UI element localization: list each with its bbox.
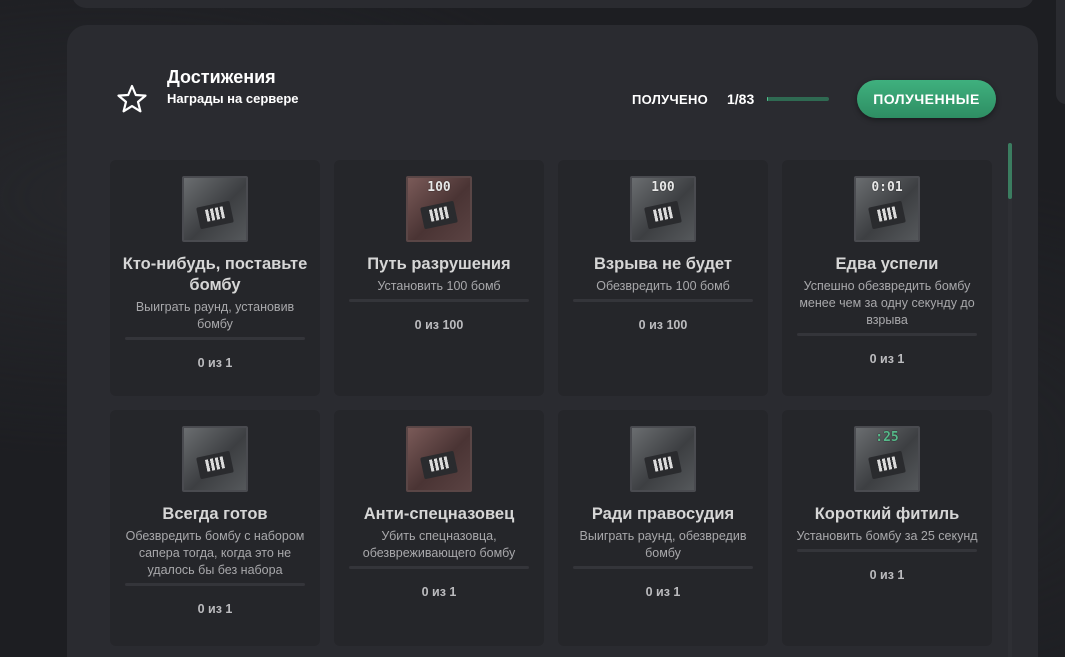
achievement-card[interactable]: Кто-нибудь, поставьте бомбу Выиграть рау… [110,160,320,396]
achievement-title: Всегда готов [162,505,268,523]
received-progress-bar [767,97,829,101]
achievement-card[interactable]: 0:01 Едва успели Успешно обезвредить бом… [782,160,992,396]
achievement-title: Короткий фитиль [814,505,960,523]
achievement-title: Ради правосудия [591,505,735,523]
bomb-plant-icon [182,176,248,242]
achievements-header: Достижения Награды на сервере ПОЛУЧЕНО 1… [67,25,1038,135]
received-count: 1/83 [727,91,755,107]
achievement-title: Анти-спецназовец [363,505,515,523]
achievement-card[interactable]: 100 Взрыва не будет Обезвредить 100 бомб… [558,160,768,396]
received-label: ПОЛУЧЕНО [632,92,709,107]
achievement-card[interactable]: Ради правосудия Выиграть раунд, обезвред… [558,410,768,646]
achievement-count: 0 из 1 [197,602,233,616]
achievement-title: Путь разрушения [367,255,511,273]
achievement-progress-bar [349,299,529,302]
achievement-count: 0 из 100 [638,318,688,332]
achievement-description: Убить спецназовца, обезвреживающего бомб… [362,529,516,560]
achievement-count: 0 из 1 [421,585,457,599]
achievement-progress-bar [573,566,753,569]
achievement-title: Взрыва не будет [594,255,732,273]
defuse-100-icon: 100 [630,176,696,242]
achievement-description: Обезвредить 100 бомб [596,279,730,293]
achievement-progress-bar [125,583,305,586]
timer-icon: 0:01 [854,176,920,242]
achievement-title: Едва успели [835,255,939,273]
achievement-description: Обезвредить бомбу с набором сапера тогда… [125,529,305,577]
defuse-kit-icon [182,426,248,492]
achievement-description: Выиграть раунд, установив бомбу [135,300,295,331]
page-title: Достижения [167,67,276,87]
scrollbar[interactable] [1008,143,1012,657]
page-subtitle: Награды на сервере [167,91,299,106]
previous-panel-edge [72,0,1034,8]
achievement-progress-bar [349,566,529,569]
received-filter-button[interactable]: ПОЛУЧЕННЫЕ [857,80,996,118]
achievement-card[interactable]: Всегда готов Обезвредить бомбу с набором… [110,410,320,646]
achievement-title: Кто-нибудь, поставьте бомбу [122,255,308,294]
achievement-progress-bar [797,549,977,552]
short-fuse-icon: :25 [854,426,920,492]
anti-ct-icon [406,426,472,492]
achievement-count: 0 из 1 [869,352,905,366]
bomb-100-icon: 100 [406,176,472,242]
achievement-progress-bar [125,337,305,340]
achievement-count: 0 из 100 [414,318,464,332]
thumb-screen-text: :25 [875,430,899,445]
thumb-screen-text: 100 [651,180,675,195]
achievement-card[interactable]: 100 Путь разрушения Установить 100 бомб … [334,160,544,396]
scrollbar-thumb[interactable] [1008,143,1012,199]
achievement-count: 0 из 1 [645,585,681,599]
achievement-description: Успешно обезвредить бомбу менее чем за о… [799,279,975,327]
thumb-screen-text: 0:01 [871,180,903,195]
justice-icon [630,426,696,492]
thumb-screen-text: 100 [427,180,451,195]
achievement-count: 0 из 1 [869,568,905,582]
received-progress-fill [767,97,768,101]
achievement-progress-bar [573,299,753,302]
achievement-description: Установить 100 бомб [377,279,501,293]
achievement-progress-bar [797,333,977,336]
side-panel-edge [1056,0,1065,104]
achievements-grid: Кто-нибудь, поставьте бомбу Выиграть рау… [110,160,1004,646]
achievement-description: Выиграть раунд, обезвредив бомбу [579,529,747,560]
achievement-description: Установить бомбу за 25 секунд [796,529,978,543]
achievement-card[interactable]: :25 Короткий фитиль Установить бомбу за … [782,410,992,646]
achievements-panel: Достижения Награды на сервере ПОЛУЧЕНО 1… [67,25,1038,657]
achievement-count: 0 из 1 [197,356,233,370]
achievement-card[interactable]: Анти-спецназовец Убить спецназовца, обез… [334,410,544,646]
star-icon [117,84,147,113]
